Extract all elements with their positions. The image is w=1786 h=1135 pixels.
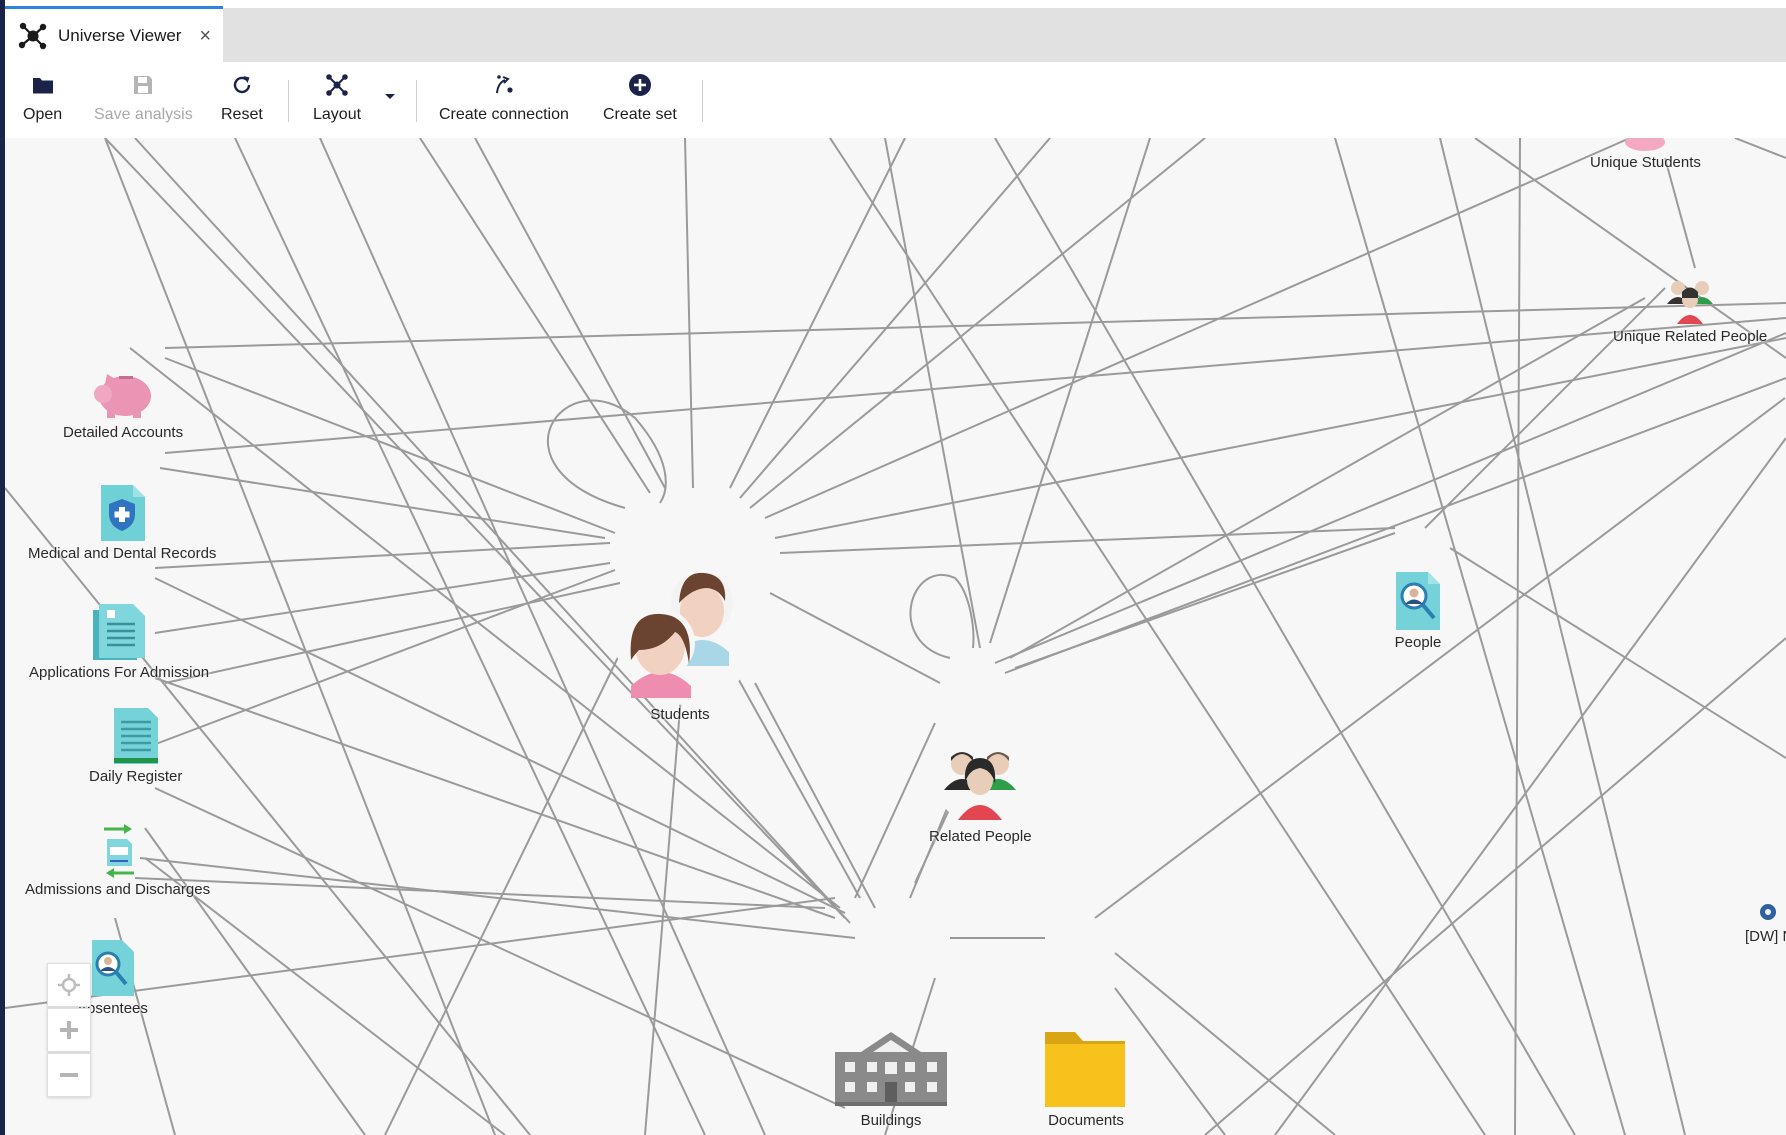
- node-label: Daily Register: [89, 768, 183, 785]
- node-label: [DW] N: [1745, 928, 1786, 945]
- reset-button[interactable]: Reset: [221, 72, 263, 130]
- node-label: Medical and Dental Records: [28, 545, 217, 562]
- log-transfer-icon: [103, 824, 134, 878]
- register-document-icon: [113, 708, 158, 764]
- tab-universe-viewer[interactable]: Universe Viewer ×: [5, 6, 223, 62]
- application-document-icon: [93, 604, 146, 660]
- node-label: People: [1394, 634, 1442, 651]
- node-medical-dental-records[interactable]: Medical and Dental Records: [28, 483, 216, 562]
- recenter-button[interactable]: [47, 963, 91, 1007]
- folder-icon: [32, 78, 53, 94]
- plus-icon: [60, 1021, 78, 1039]
- save-icon: [134, 76, 153, 94]
- graph-edges: [5, 138, 1786, 1135]
- node-daily-register[interactable]: Daily Register: [89, 706, 182, 785]
- node-label: Students: [650, 706, 710, 723]
- students-icon: [613, 561, 755, 705]
- minus-icon: [60, 1073, 78, 1077]
- node-detailed-accounts[interactable]: Detailed Accounts: [63, 366, 183, 441]
- node-label: Related People: [929, 828, 1032, 845]
- tab-title: Universe Viewer: [58, 25, 182, 45]
- node-label: Applications For Admission: [29, 664, 210, 681]
- graph-canvas[interactable]: Unique Students Unique Related People De…: [5, 138, 1786, 1135]
- person-search-document-icon: [92, 940, 135, 996]
- node-documents[interactable]: Documents: [1043, 1028, 1129, 1129]
- zoom-out-button[interactable]: [47, 1053, 91, 1097]
- node-people[interactable]: People: [1390, 570, 1446, 651]
- layout-label: Layout: [313, 106, 362, 123]
- close-icon[interactable]: ×: [199, 26, 211, 46]
- gear-icon: [1760, 904, 1776, 920]
- open-button[interactable]: Open: [23, 72, 62, 130]
- layout-button[interactable]: Layout: [313, 72, 361, 130]
- people-group-icon: [1667, 281, 1714, 324]
- tab-bar: [5, 8, 1786, 62]
- node-unique-students[interactable]: Unique Students: [1590, 138, 1701, 171]
- layout-graph-icon: [326, 74, 348, 96]
- people-group-icon: [936, 737, 1025, 825]
- node-label: Admissions and Discharges: [25, 881, 211, 898]
- save-analysis-button[interactable]: Save analysis: [94, 72, 193, 130]
- node-label: Unique Students: [1590, 154, 1701, 171]
- node-related-people[interactable]: Related People: [929, 736, 1032, 845]
- create-connection-button[interactable]: Create connection: [439, 72, 569, 130]
- toolbar-separator: [702, 80, 703, 122]
- reset-label: Reset: [221, 106, 263, 123]
- create-connection-label: Create connection: [439, 106, 569, 123]
- crosshair-icon: [58, 974, 80, 996]
- zoom-in-button[interactable]: [47, 1008, 91, 1052]
- connection-icon: [495, 75, 513, 94]
- node-admissions-discharges[interactable]: Admissions and Discharges: [25, 823, 210, 898]
- piggy-bank-icon: [94, 374, 152, 418]
- person-search-document-icon: [1396, 572, 1440, 630]
- node-students[interactable]: Students: [605, 548, 755, 723]
- building-icon: [835, 1032, 947, 1106]
- node-applications-for-admission[interactable]: Applications For Admission: [29, 600, 209, 681]
- node-dw-partial[interactable]: [DW] N: [1745, 900, 1786, 945]
- node-label: Documents: [1048, 1112, 1124, 1129]
- node-label: Buildings: [860, 1112, 922, 1129]
- node-label: Detailed Accounts: [63, 424, 184, 441]
- network-graph-icon: [18, 22, 47, 49]
- medical-document-icon: [101, 485, 146, 541]
- toolbar: Open Save analysis Reset Layout Create c…: [5, 62, 1786, 139]
- open-label: Open: [23, 106, 63, 123]
- plus-circle-icon: [628, 74, 651, 96]
- toolbar-separator: [416, 80, 417, 122]
- student-icon: [1625, 138, 1666, 151]
- folder-icon: [1045, 1032, 1125, 1107]
- node-label: Unique Related People: [1613, 328, 1768, 345]
- toolbar-separator: [288, 80, 289, 122]
- node-buildings[interactable]: Buildings: [831, 1030, 951, 1129]
- create-set-button[interactable]: Create set: [603, 72, 677, 130]
- refresh-icon: [233, 76, 251, 94]
- node-unique-related-people[interactable]: Unique Related People: [1613, 274, 1767, 345]
- create-set-label: Create set: [603, 106, 677, 123]
- chevron-down-icon[interactable]: [383, 92, 397, 102]
- save-analysis-label: Save analysis: [94, 106, 193, 123]
- window-top-strip: [5, 0, 1786, 8]
